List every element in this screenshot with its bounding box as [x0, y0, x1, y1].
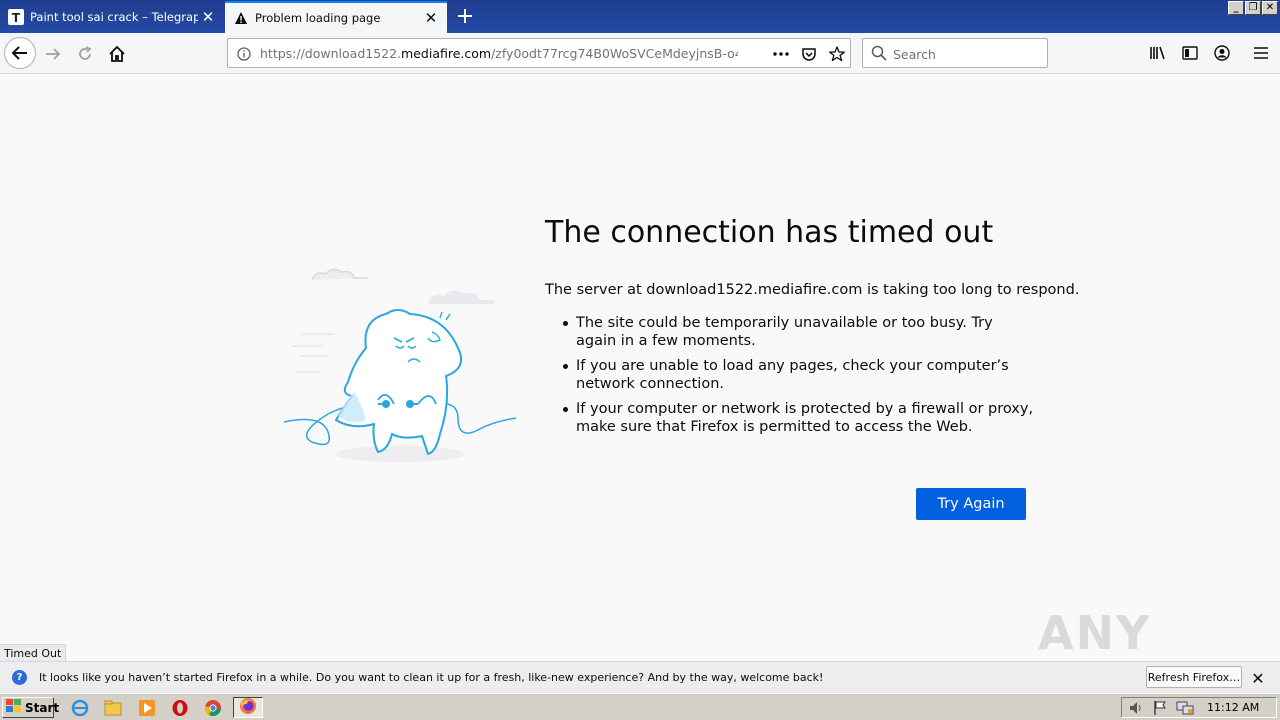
url-text[interactable]: https://download1522.mediafire.com/zfy0o…: [260, 46, 738, 61]
tab-problem-loading[interactable]: Problem loading page ✕: [225, 1, 447, 33]
minimize-button[interactable]: _: [1228, 1, 1244, 15]
taskbar: Start 11:12 AM: [0, 693, 1280, 720]
menu-icon[interactable]: [1251, 43, 1271, 63]
close-icon[interactable]: ✕: [1248, 668, 1268, 688]
taskbar-firefox-button[interactable]: [233, 697, 263, 718]
close-icon[interactable]: ✕: [421, 8, 441, 28]
internet-explorer-icon[interactable]: [70, 698, 90, 718]
account-icon[interactable]: [1212, 43, 1232, 63]
library-icon[interactable]: [1148, 43, 1168, 63]
url-bar[interactable]: https://download1522.mediafire.com/zfy0o…: [227, 38, 851, 68]
tab-title: Paint tool sai crack – Telegraph: [30, 10, 198, 24]
url-path: /zfy0odt77rcg74B0WoSVCeMdeyjnsB-o4E-Mvt: [491, 46, 738, 61]
tab-telegraph[interactable]: T Paint tool sai crack – Telegraph ✕: [0, 1, 224, 33]
tab-title: Problem loading page: [255, 11, 381, 25]
error-description: The server at download1522.mediafire.com…: [545, 282, 1080, 298]
question-icon: ?: [12, 670, 27, 685]
navigation-toolbar: https://download1522.mediafire.com/zfy0o…: [0, 33, 1280, 74]
forward-button[interactable]: [40, 41, 66, 67]
volume-icon[interactable]: [1128, 700, 1144, 719]
error-title: The connection has timed out: [545, 215, 994, 250]
status-panel: Timed Out: [0, 644, 67, 661]
close-icon[interactable]: ✕: [198, 7, 218, 27]
network-icon[interactable]: [1176, 700, 1194, 719]
connection-failure-illustration: [282, 264, 518, 477]
back-button[interactable]: [4, 37, 36, 69]
search-bar[interactable]: Search: [862, 38, 1048, 68]
reload-button[interactable]: [72, 41, 98, 67]
page-actions-icon[interactable]: [771, 44, 791, 64]
chrome-icon[interactable]: [203, 698, 223, 718]
error-page: The connection has timed out The server …: [0, 74, 1280, 661]
url-prefix: https://download1522.: [260, 46, 402, 61]
try-again-button[interactable]: Try Again: [916, 488, 1026, 520]
notification-text: It looks like you haven’t started Firefo…: [39, 671, 824, 684]
suggestion-item: The site could be temporarily unavailabl…: [560, 314, 1035, 350]
clock: 11:12 AM: [1207, 701, 1260, 714]
bookmark-star-icon[interactable]: [827, 44, 847, 64]
refresh-firefox-button[interactable]: Refresh Firefox…: [1146, 666, 1242, 688]
notification-bar: ? It looks like you haven’t started Fire…: [0, 661, 1280, 693]
forward-arrow-icon: [46, 48, 61, 60]
search-input[interactable]: Search: [893, 47, 936, 62]
new-tab-button[interactable]: [452, 4, 478, 28]
telegraph-icon: T: [8, 9, 24, 25]
warning-icon: [233, 10, 249, 26]
suggestion-list: The site could be temporarily unavailabl…: [560, 314, 1035, 443]
pocket-icon[interactable]: [799, 44, 819, 64]
sidebar-icon[interactable]: [1180, 43, 1200, 63]
close-window-button[interactable]: ✕: [1262, 1, 1278, 15]
media-player-icon[interactable]: [137, 698, 157, 718]
back-arrow-icon: [11, 46, 27, 60]
start-label: Start: [25, 700, 60, 715]
start-button[interactable]: Start: [2, 697, 59, 718]
home-button[interactable]: [104, 41, 130, 67]
opera-icon[interactable]: [170, 698, 190, 718]
restore-button[interactable]: ❐: [1245, 1, 1261, 15]
suggestion-item: If you are unable to load any pages, che…: [560, 357, 1035, 393]
info-icon[interactable]: [236, 46, 252, 62]
search-icon: [871, 45, 887, 64]
suggestion-item: If your computer or network is protected…: [560, 400, 1035, 436]
tab-strip: T Paint tool sai crack – Telegraph ✕ Pro…: [0, 0, 1280, 33]
action-center-flag-icon[interactable]: [1152, 700, 1168, 719]
svg-text:T: T: [12, 11, 21, 25]
file-explorer-icon[interactable]: [103, 698, 123, 718]
home-icon: [109, 45, 125, 62]
url-host: mediafire.com: [401, 46, 492, 61]
firefox-icon: [239, 697, 257, 718]
system-tray: 11:12 AM: [1121, 697, 1277, 718]
windows-logo-icon: [6, 699, 22, 716]
reload-icon: [79, 46, 92, 60]
